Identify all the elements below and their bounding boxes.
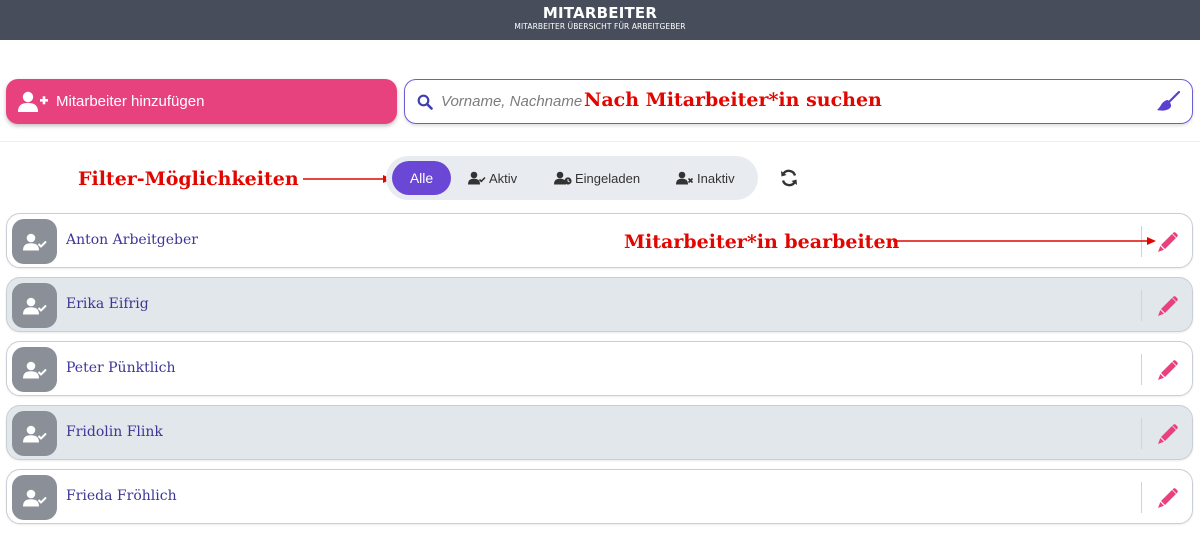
filter-invited-label: Eingeladen [575, 170, 641, 186]
user-check-icon [22, 489, 47, 506]
user-check-icon [22, 361, 47, 378]
filter-all-label: Alle [409, 170, 434, 186]
divider [0, 141, 1200, 142]
page-subtitle: MITARBEITER ÜBERSICHT FÜR ARBEITGEBER [514, 22, 686, 31]
row-separator [1141, 418, 1142, 449]
employee-name[interactable]: Fridolin Flink [66, 424, 163, 440]
user-check-icon [468, 171, 486, 185]
annotation-search: Nach Mitarbeiter*in suchen [584, 89, 882, 111]
add-employee-label: Mitarbeiter hinzufügen [56, 93, 205, 110]
annotation-filter: Filter-Möglichkeiten [78, 168, 299, 190]
filter-group: Alle Aktiv Eingeladen Inaktiv [386, 156, 758, 200]
filter-inactive-label: Inaktiv [697, 170, 735, 186]
employee-row[interactable]: Frieda Fröhlich [6, 469, 1193, 524]
page-header: MITARBEITER MITARBEITER ÜBERSICHT FÜR AR… [0, 0, 1200, 40]
employee-name[interactable]: Frieda Fröhlich [66, 488, 177, 504]
user-check-icon [22, 297, 47, 314]
avatar [12, 347, 57, 392]
avatar [12, 411, 57, 456]
user-clock-icon [554, 171, 572, 185]
employee-name[interactable]: Erika Eifrig [66, 296, 149, 312]
annotation-edit: Mitarbeiter*in bearbeiten [624, 231, 900, 253]
employee-row[interactable]: Peter Pünktlich [6, 341, 1193, 396]
annotation-arrow-edit [893, 237, 1156, 245]
avatar [12, 283, 57, 328]
avatar [12, 475, 57, 520]
user-check-icon [22, 425, 47, 442]
row-separator [1141, 482, 1142, 513]
annotation-arrow-filter [303, 175, 392, 183]
row-separator [1141, 354, 1142, 385]
employee-row[interactable]: Fridolin Flink [6, 405, 1193, 460]
employee-name[interactable]: Anton Arbeitgeber [66, 232, 198, 248]
employee-name[interactable]: Peter Pünktlich [66, 360, 176, 376]
page-title: MITARBEITER [542, 4, 658, 22]
filter-active[interactable]: Aktiv [468, 156, 517, 200]
pencil-icon[interactable] [1157, 487, 1179, 509]
user-plus-icon [18, 91, 48, 112]
avatar [12, 219, 57, 264]
add-employee-button[interactable]: Mitarbeiter hinzufügen [6, 79, 397, 124]
employee-row[interactable]: Erika Eifrig [6, 277, 1193, 332]
pencil-icon[interactable] [1157, 295, 1179, 317]
search-icon [417, 94, 433, 110]
filter-all[interactable]: Alle [392, 161, 451, 195]
pencil-icon[interactable] [1157, 423, 1179, 445]
filter-inactive[interactable]: Inaktiv [676, 156, 735, 200]
filter-invited[interactable]: Eingeladen [554, 156, 640, 200]
pencil-icon[interactable] [1157, 359, 1179, 381]
pencil-icon[interactable] [1157, 231, 1179, 253]
refresh-icon[interactable] [780, 169, 798, 187]
user-times-icon [676, 171, 694, 185]
user-check-icon [22, 233, 47, 250]
row-separator [1141, 290, 1142, 321]
filter-active-label: Aktiv [489, 170, 518, 186]
broom-icon[interactable] [1156, 91, 1180, 113]
search-input[interactable] [441, 93, 586, 110]
